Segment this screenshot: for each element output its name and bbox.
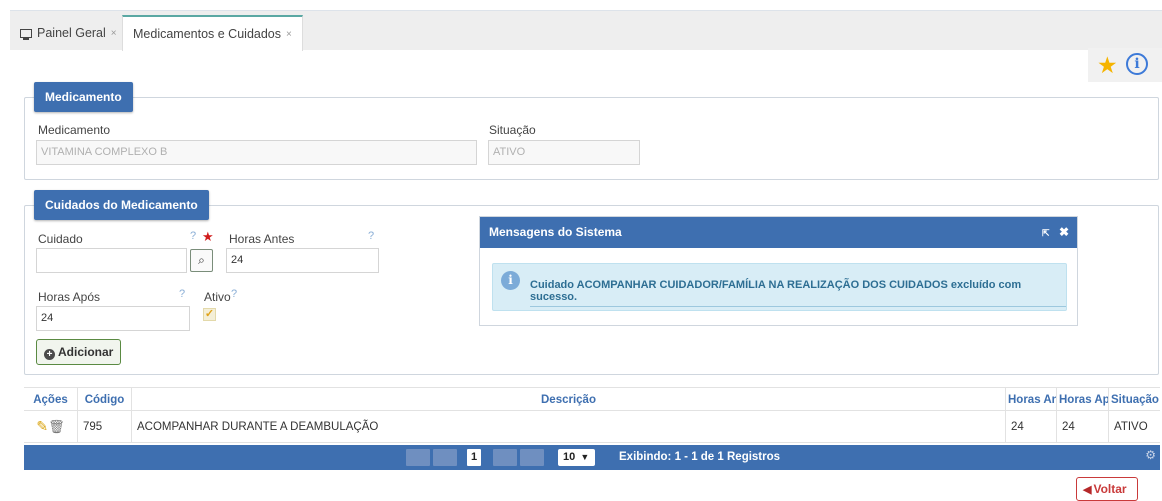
medicamento-label: Medicamento (38, 123, 111, 137)
header-horas-antes[interactable]: Horas Ant (1005, 388, 1056, 412)
situacao-label: Situação (489, 123, 536, 137)
ativo-label: Ativo (204, 290, 231, 304)
cell-descricao: ACOMPANHAR DURANTE A DEAMBULAÇÃO (131, 412, 1005, 443)
chevron-down-icon: ▼ (580, 452, 590, 462)
search-icon: ⌕ (198, 253, 205, 267)
header-situacao[interactable]: Situação (1108, 388, 1160, 412)
back-button-label: Voltar (1093, 482, 1127, 496)
table-header-row: Ações Código Descrição Horas Ant Horas A… (24, 387, 1160, 412)
help-icon[interactable]: ? (368, 230, 374, 242)
plus-circle-icon: + (44, 349, 55, 360)
tab-medicamentos-cuidados[interactable]: Medicamentos e Cuidados × (122, 15, 303, 51)
favorite-star-icon[interactable]: ★ (1097, 52, 1118, 78)
cuidado-label: Cuidado (38, 232, 83, 246)
tab-bar: Painel Geral × Medicamentos e Cuidados × (10, 10, 1162, 51)
info-icon: i (501, 271, 520, 290)
cuidado-field[interactable] (36, 248, 187, 273)
help-icon[interactable]: ? (231, 288, 237, 300)
ativo-checkbox[interactable]: ✓ (203, 308, 216, 321)
info-icon[interactable]: i (1126, 53, 1148, 75)
horas-apos-label: Horas Após (38, 290, 101, 304)
row-actions: ✎🗑 (24, 412, 77, 443)
close-icon[interactable]: × (286, 29, 292, 40)
horas-apos-field[interactable]: 24 (36, 306, 190, 331)
external-link-icon[interactable]: ⇱ (1042, 228, 1050, 238)
pagination-info: Exibindo: 1 - 1 de 1 Registros (619, 451, 781, 463)
back-button[interactable]: ◀ Voltar (1076, 477, 1138, 501)
next-page-button[interactable] (493, 449, 517, 466)
cell-codigo: 795 (77, 412, 131, 443)
medicamento-legend: Medicamento (34, 82, 133, 112)
cell-horas-antes: 24 (1005, 412, 1056, 443)
medicamento-field[interactable]: VITAMINA COMPLEXO B (36, 140, 477, 165)
tab-label: Medicamentos e Cuidados (133, 27, 281, 41)
search-button[interactable]: ⌕ (190, 249, 213, 272)
header-acoes[interactable]: Ações (24, 388, 77, 412)
cell-horas-apos: 24 (1056, 412, 1108, 443)
settings-icon[interactable]: ⚙ (1145, 448, 1156, 462)
header-codigo[interactable]: Código (77, 388, 131, 412)
last-page-button[interactable] (520, 449, 544, 466)
header-descricao[interactable]: Descrição (131, 388, 1005, 412)
first-page-button[interactable] (406, 449, 430, 466)
add-button[interactable]: + Adicionar (36, 339, 122, 365)
delete-trash-icon[interactable]: 🗑 (48, 419, 65, 434)
edit-pencil-icon[interactable]: ✎ (36, 418, 48, 434)
horas-antes-label: Horas Antes (229, 232, 295, 246)
close-icon[interactable]: ✖ (1059, 225, 1069, 239)
dialog-title: Mensagens do Sistema (489, 225, 622, 239)
close-icon[interactable]: × (111, 28, 117, 39)
situacao-field[interactable]: ATIVO (488, 140, 640, 165)
page-size-value: 10 (563, 451, 576, 463)
prev-page-button[interactable] (433, 449, 457, 466)
system-messages-dialog: Mensagens do Sistema ⇱ ✖ i Cuidado ACOMP… (479, 216, 1078, 326)
success-message: i Cuidado ACOMPANHAR CUIDADOR/FAMÍLIA NA… (492, 263, 1067, 311)
pagination-bar: 1 10 ▼ Exibindo: 1 - 1 de 1 Registros ⚙ (24, 445, 1160, 470)
help-icon[interactable]: ? (179, 288, 185, 300)
table-row: ✎🗑 795 ACOMPANHAR DURANTE A DEAMBULAÇÃO … (24, 412, 1160, 443)
help-icon[interactable]: ? (190, 230, 196, 242)
dialog-header: Mensagens do Sistema ⇱ ✖ (480, 217, 1077, 248)
add-button-label: Adicionar (58, 345, 114, 359)
medicamento-fieldset (24, 97, 1159, 180)
cuidados-legend: Cuidados do Medicamento (34, 190, 209, 220)
tab-painel-geral[interactable]: Painel Geral × (10, 15, 127, 51)
header-horas-apos[interactable]: Horas Ap (1056, 388, 1108, 412)
tab-label: Painel Geral (37, 26, 106, 40)
page-size-select[interactable]: 10 ▼ (558, 449, 595, 466)
monitor-icon (20, 28, 32, 40)
message-text: Cuidado ACOMPANHAR CUIDADOR/FAMÍLIA NA R… (530, 279, 1066, 307)
required-asterisk-icon: ★ (202, 229, 214, 244)
horas-antes-field[interactable]: 24 (226, 248, 379, 273)
current-page[interactable]: 1 (467, 449, 481, 466)
top-icons: ★ i (1088, 48, 1162, 82)
back-arrow-icon: ◀ (1083, 484, 1092, 496)
cell-situacao: ATIVO (1108, 412, 1160, 443)
